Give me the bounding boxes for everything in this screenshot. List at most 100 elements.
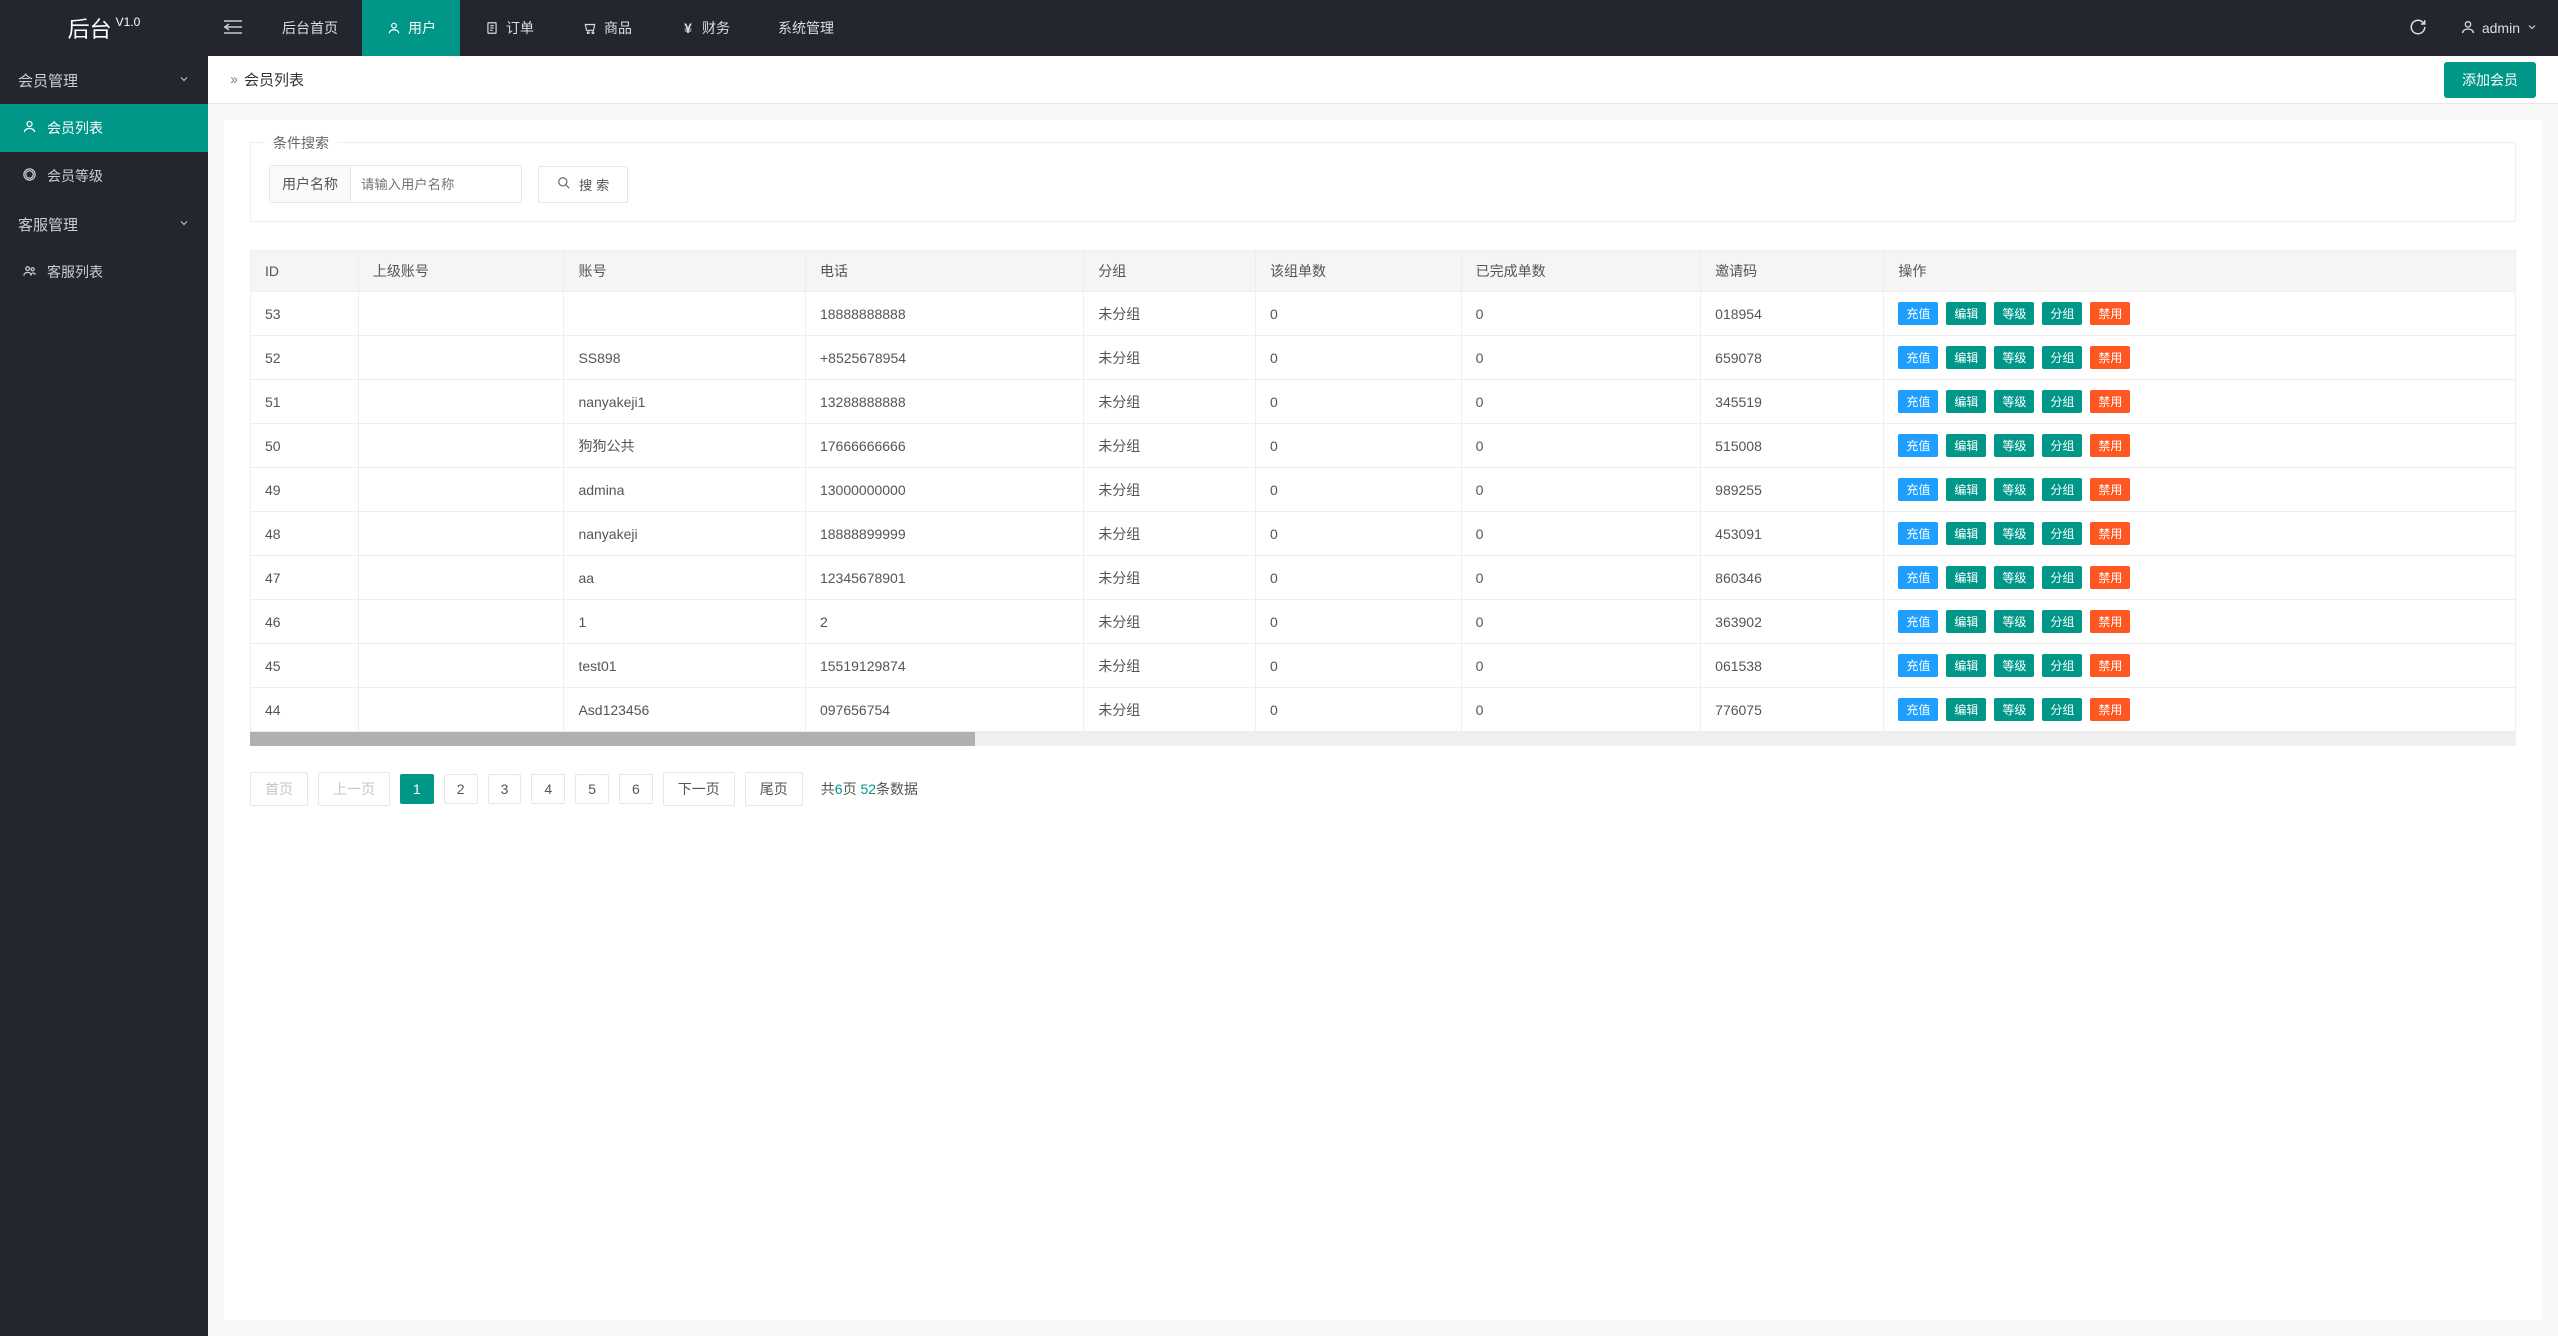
table-row: 5318888888888未分组00018954充值编辑等级分组禁用 xyxy=(251,292,2516,336)
scrollbar-track xyxy=(975,732,2516,746)
edit-button[interactable]: 编辑 xyxy=(1946,566,1986,589)
table-cell: 0 xyxy=(1461,336,1700,380)
nav-tab-label: 系统管理 xyxy=(778,18,834,38)
horizontal-scrollbar[interactable] xyxy=(250,732,2516,746)
actions-cell: 充值编辑等级分组禁用 xyxy=(1884,556,2516,600)
nav-tab-5[interactable]: 系统管理 xyxy=(754,0,858,56)
group-button[interactable]: 分组 xyxy=(2042,478,2082,501)
col-header-0: ID xyxy=(251,251,359,292)
group-button[interactable]: 分组 xyxy=(2042,434,2082,457)
nav-tab-3[interactable]: 商品 xyxy=(558,0,656,56)
level-button[interactable]: 等级 xyxy=(1994,566,2034,589)
edit-button[interactable]: 编辑 xyxy=(1946,610,1986,633)
level-button[interactable]: 等级 xyxy=(1994,302,2034,325)
edit-button[interactable]: 编辑 xyxy=(1946,478,1986,501)
table-cell: 15519129874 xyxy=(805,644,1083,688)
recharge-button[interactable]: 充值 xyxy=(1898,302,1938,325)
nav-tab-2[interactable]: 订单 xyxy=(460,0,558,56)
recharge-button[interactable]: 充值 xyxy=(1898,698,1938,721)
group-button[interactable]: 分组 xyxy=(2042,302,2082,325)
sidebar-group-0[interactable]: 会员管理 xyxy=(0,56,208,104)
sidebar-item-0-1[interactable]: 会员等级 xyxy=(0,152,208,200)
table-cell: 061538 xyxy=(1701,644,1884,688)
level-button[interactable]: 等级 xyxy=(1994,346,2034,369)
group-button[interactable]: 分组 xyxy=(2042,566,2082,589)
nav-tab-1[interactable]: 用户 xyxy=(362,0,460,56)
username-input[interactable] xyxy=(351,166,521,202)
disable-button[interactable]: 禁用 xyxy=(2090,522,2130,545)
recharge-button[interactable]: 充值 xyxy=(1898,654,1938,677)
nav-tab-0[interactable]: 后台首页 xyxy=(258,0,362,56)
recharge-button[interactable]: 充值 xyxy=(1898,390,1938,413)
disable-button[interactable]: 禁用 xyxy=(2090,390,2130,413)
disable-button[interactable]: 禁用 xyxy=(2090,610,2130,633)
group-button[interactable]: 分组 xyxy=(2042,610,2082,633)
nav-tab-label: 财务 xyxy=(702,18,730,38)
edit-button[interactable]: 编辑 xyxy=(1946,654,1986,677)
sidebar-group-label: 会员管理 xyxy=(18,70,168,91)
yen-icon: ¥ xyxy=(680,20,696,36)
edit-button[interactable]: 编辑 xyxy=(1946,698,1986,721)
recharge-button[interactable]: 充值 xyxy=(1898,522,1938,545)
disable-button[interactable]: 禁用 xyxy=(2090,346,2130,369)
disable-button[interactable]: 禁用 xyxy=(2090,434,2130,457)
edit-button[interactable]: 编辑 xyxy=(1946,434,1986,457)
disable-button[interactable]: 禁用 xyxy=(2090,698,2130,721)
level-button[interactable]: 等级 xyxy=(1994,698,2034,721)
table-cell: 18888888888 xyxy=(805,292,1083,336)
level-button[interactable]: 等级 xyxy=(1994,434,2034,457)
sidebar-group-1[interactable]: 客服管理 xyxy=(0,200,208,248)
table-row: 49admina13000000000未分组00989255充值编辑等级分组禁用 xyxy=(251,468,2516,512)
refresh-button[interactable] xyxy=(2396,18,2440,39)
sidebar-item-0-0[interactable]: 会员列表 xyxy=(0,104,208,152)
disable-button[interactable]: 禁用 xyxy=(2090,302,2130,325)
table-cell: 17666666666 xyxy=(805,424,1083,468)
search-button[interactable]: 搜 索 xyxy=(538,166,628,203)
table-cell: 0 xyxy=(1461,688,1700,732)
group-button[interactable]: 分组 xyxy=(2042,522,2082,545)
table-cell: 0 xyxy=(1256,688,1462,732)
edit-button[interactable]: 编辑 xyxy=(1946,346,1986,369)
page-first: 首页 xyxy=(250,772,308,806)
table-cell: 52 xyxy=(251,336,359,380)
group-button[interactable]: 分组 xyxy=(2042,346,2082,369)
actions-cell: 充值编辑等级分组禁用 xyxy=(1884,336,2516,380)
page-5[interactable]: 5 xyxy=(575,774,609,804)
page-last[interactable]: 尾页 xyxy=(745,772,803,806)
page-next[interactable]: 下一页 xyxy=(663,772,735,806)
scrollbar-thumb[interactable] xyxy=(250,732,975,746)
table-cell: 53 xyxy=(251,292,359,336)
recharge-button[interactable]: 充值 xyxy=(1898,346,1938,369)
table-cell xyxy=(358,644,564,688)
recharge-button[interactable]: 充值 xyxy=(1898,434,1938,457)
page-6[interactable]: 6 xyxy=(619,774,653,804)
recharge-button[interactable]: 充值 xyxy=(1898,478,1938,501)
page-2[interactable]: 2 xyxy=(444,774,478,804)
group-button[interactable]: 分组 xyxy=(2042,390,2082,413)
page-4[interactable]: 4 xyxy=(531,774,565,804)
level-button[interactable]: 等级 xyxy=(1994,478,2034,501)
level-button[interactable]: 等级 xyxy=(1994,654,2034,677)
recharge-button[interactable]: 充值 xyxy=(1898,566,1938,589)
edit-button[interactable]: 编辑 xyxy=(1946,302,1986,325)
level-button[interactable]: 等级 xyxy=(1994,390,2034,413)
nav-tab-4[interactable]: ¥ 财务 xyxy=(656,0,754,56)
edit-button[interactable]: 编辑 xyxy=(1946,390,1986,413)
add-member-button[interactable]: 添加会员 xyxy=(2444,62,2536,98)
sidebar-toggle[interactable] xyxy=(208,20,258,37)
page-3[interactable]: 3 xyxy=(488,774,522,804)
level-button[interactable]: 等级 xyxy=(1994,610,2034,633)
disable-button[interactable]: 禁用 xyxy=(2090,478,2130,501)
sidebar-item-1-0[interactable]: 客服列表 xyxy=(0,248,208,296)
nav-tab-label: 后台首页 xyxy=(282,18,338,38)
recharge-button[interactable]: 充值 xyxy=(1898,610,1938,633)
table-cell: 018954 xyxy=(1701,292,1884,336)
group-button[interactable]: 分组 xyxy=(2042,698,2082,721)
disable-button[interactable]: 禁用 xyxy=(2090,566,2130,589)
edit-button[interactable]: 编辑 xyxy=(1946,522,1986,545)
page-1[interactable]: 1 xyxy=(400,774,434,804)
admin-menu[interactable]: admin xyxy=(2440,19,2558,38)
group-button[interactable]: 分组 xyxy=(2042,654,2082,677)
disable-button[interactable]: 禁用 xyxy=(2090,654,2130,677)
level-button[interactable]: 等级 xyxy=(1994,522,2034,545)
